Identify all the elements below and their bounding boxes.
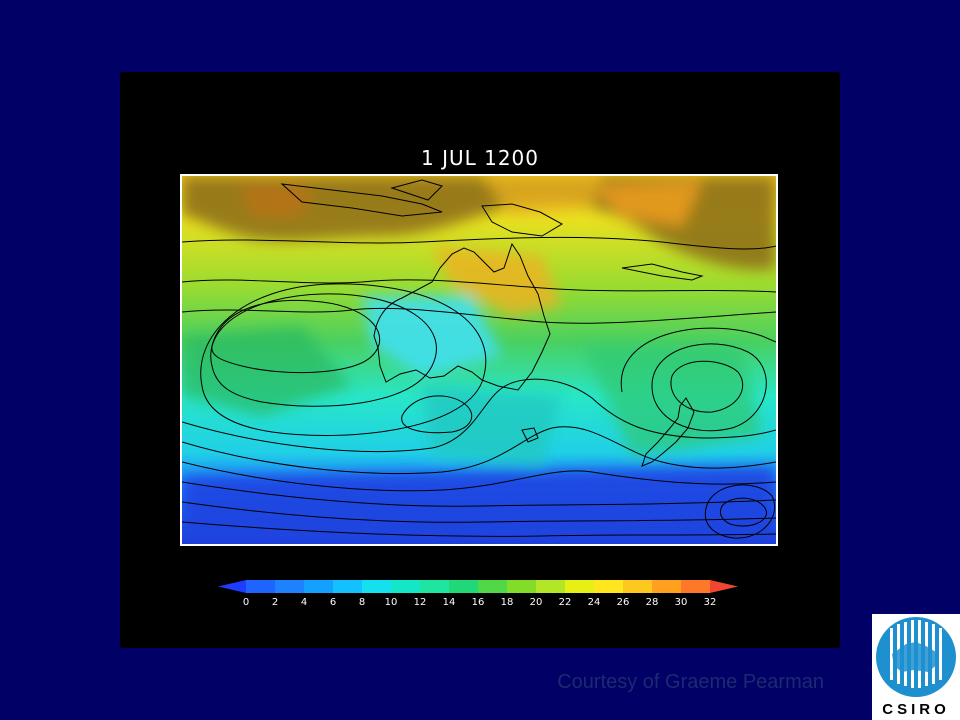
colorbar-tick-label: 14	[443, 597, 456, 608]
colorbar-swatch	[478, 580, 507, 593]
colorbar-tick-label: 6	[330, 597, 336, 608]
colorbar-tick-label: 8	[359, 597, 365, 608]
colorbar-swatch	[652, 580, 681, 593]
colorbar-tick-label: 12	[414, 597, 427, 608]
colorbar-swatch	[391, 580, 420, 593]
colorbar-tick-label: 16	[472, 597, 485, 608]
logo-text: CSIRO	[882, 701, 950, 718]
colorbar-swatch	[565, 580, 594, 593]
colorbar-tick-label: 2	[272, 597, 278, 608]
colorbar-tick-label: 20	[530, 597, 543, 608]
colorbar-tick-label: 28	[646, 597, 659, 608]
colorbar-swatch	[420, 580, 449, 593]
colorbar-under-arrow	[218, 580, 246, 593]
map-title: 1 JUL 1200	[420, 146, 540, 170]
colorbar-tick-label: 32	[704, 597, 717, 608]
colorbar: 0 2 4 6 8 10 12 14 16 18 20 22 24 26 28 30 32	[218, 580, 738, 608]
colorbar-over-arrow	[710, 580, 738, 593]
colorbar-swatch	[681, 580, 710, 593]
colorbar-tick-label: 26	[617, 597, 630, 608]
colorbar-tick-label: 0	[243, 597, 249, 608]
colorbar-tick-label: 4	[301, 597, 307, 608]
colorbar-swatch	[449, 580, 478, 593]
colorbar-tick-label: 18	[501, 597, 514, 608]
colorbar-swatch	[304, 580, 333, 593]
colorbar-swatch	[246, 580, 275, 593]
colorbar-swatch	[275, 580, 304, 593]
colorbar-tick-label: 22	[559, 597, 572, 608]
credit-text: Courtesy of Graeme Pearman	[557, 671, 824, 693]
colorbar-swatch	[536, 580, 565, 593]
colorbar-swatch	[507, 580, 536, 593]
temperature-map	[180, 174, 778, 546]
csiro-globe-icon	[876, 617, 956, 697]
colorbar-swatch	[594, 580, 623, 593]
colorbar-swatch	[333, 580, 362, 593]
csiro-logo: CSIRO	[872, 614, 960, 720]
colorbar-swatch	[362, 580, 391, 593]
colorbar-swatch	[623, 580, 652, 593]
colorbar-tick-label: 24	[588, 597, 601, 608]
colorbar-tick-label: 10	[385, 597, 398, 608]
colorbar-tick-label: 30	[675, 597, 688, 608]
